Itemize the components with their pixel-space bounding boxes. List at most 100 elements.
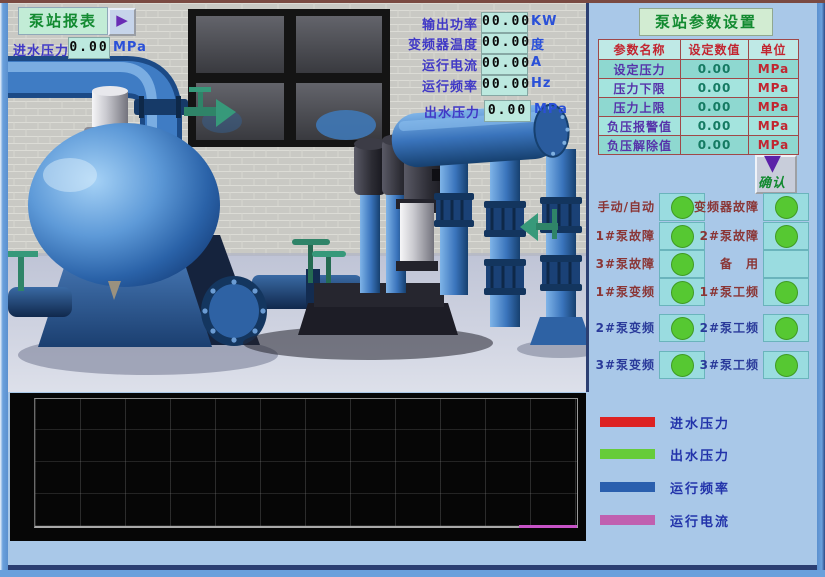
table-row: 负压报警值 0.00 MPa (599, 117, 799, 136)
lamp-icon (671, 354, 694, 377)
confirm-button[interactable]: ▼ 确认 (755, 155, 797, 194)
pipe-coupling (434, 193, 474, 227)
trend-chart (10, 393, 586, 541)
param-value-field[interactable]: 0.00 (681, 98, 749, 117)
inlet-pressure-value: 0.00 (68, 37, 110, 59)
run-frequency-label: 运行频率 (398, 76, 478, 95)
status-label-pump3-mains: 3#泵工频 (693, 356, 759, 373)
status-lamp-pump2-mains (763, 314, 809, 342)
lamp-icon (775, 225, 798, 248)
pipe-coupling (484, 259, 526, 295)
settings-panel: 泵站参数设置 参数名称 设定数值 单位 设定压力 0.00 MPa 压力下限 0… (589, 3, 817, 569)
param-unit: MPa (749, 60, 799, 79)
col-header-value: 设定数值 (681, 40, 749, 60)
suction-pipe (8, 287, 72, 317)
run-current-label: 运行电流 (398, 55, 478, 74)
status-label-pump1-vfd: 1#泵变频 (591, 283, 655, 300)
status-lamp-vfd-fault (763, 193, 809, 221)
status-label-pump2-mains: 2#泵工频 (693, 319, 759, 336)
param-name: 负压解除值 (599, 136, 681, 155)
lamp-icon (671, 196, 694, 219)
pipe-coupling (484, 201, 526, 237)
status-lamp-pump3-mains (763, 351, 809, 379)
outlet-pressure-label: 出水压力 (424, 102, 480, 121)
lamp-icon (671, 253, 694, 276)
param-value-field[interactable]: 0.00 (681, 79, 749, 98)
param-name: 设定压力 (599, 60, 681, 79)
param-name: 压力上限 (599, 98, 681, 117)
inverter-temp-value: 00.00 (481, 33, 528, 54)
status-label-pump3-fault: 3#泵故障 (591, 255, 655, 272)
report-button[interactable]: 泵站报表 (18, 7, 108, 35)
outlet-pressure-value: 0.00 (484, 100, 531, 122)
pump-motor (354, 138, 386, 195)
lamp-icon (775, 317, 798, 340)
status-box-spare (763, 250, 809, 278)
run-frequency-value: 00.00 (481, 75, 528, 96)
report-nav-button[interactable]: ▶ (108, 8, 136, 36)
output-power-value: 00.00 (481, 12, 528, 33)
pump-body (396, 199, 438, 271)
col-header-unit: 单位 (749, 40, 799, 60)
lamp-icon (671, 281, 694, 304)
riser-pipe (546, 149, 576, 321)
pressure-tank (28, 123, 220, 287)
pump-column (360, 191, 380, 293)
param-value-field[interactable]: 0.00 (681, 60, 749, 79)
inverter-temp-unit: 度 (531, 34, 545, 53)
status-label-vfd-fault: 变频器故障 (693, 198, 759, 215)
status-lamp-pump1-mains (763, 278, 809, 306)
run-current-value: 00.00 (481, 54, 528, 75)
status-label-pump2-fault: 2#泵故障 (693, 227, 759, 244)
col-header-name: 参数名称 (599, 40, 681, 60)
legend-label-inlet: 进水压力 (670, 413, 730, 432)
table-row: 设定压力 0.00 MPa (599, 60, 799, 79)
legend-swatch-inlet (600, 417, 655, 427)
param-name: 负压报警值 (599, 117, 681, 136)
param-name: 压力下限 (599, 79, 681, 98)
legend-label-outlet: 出水压力 (670, 445, 730, 464)
frame-bottom (0, 570, 825, 577)
legend-label-frequency: 运行频率 (670, 478, 730, 497)
frame-left (0, 0, 8, 577)
run-current-trend-line (519, 525, 577, 528)
table-row: 压力下限 0.00 MPa (599, 79, 799, 98)
frame-top (0, 0, 825, 3)
run-frequency-unit: Hz (531, 76, 551, 91)
param-unit: MPa (749, 117, 799, 136)
legend-label-current: 运行电流 (670, 511, 730, 530)
param-unit: MPa (749, 98, 799, 117)
table-row: 压力上限 0.00 MPa (599, 98, 799, 117)
panel-divider (586, 3, 589, 392)
pump-skid (298, 303, 458, 335)
lamp-icon (671, 317, 694, 340)
status-label-pump1-mains: 1#泵工频 (693, 283, 759, 300)
legend-swatch-frequency (600, 482, 655, 492)
output-power-unit: KW (531, 14, 557, 29)
status-label-pump2-vfd: 2#泵变频 (591, 319, 655, 336)
lamp-icon (775, 196, 798, 219)
confirm-label: 确认 (758, 172, 786, 191)
inverter-temp-label: 变频器温度 (398, 34, 478, 53)
param-unit: MPa (749, 79, 799, 98)
status-label-pump1-fault: 1#泵故障 (591, 227, 655, 244)
trend-plot-area (34, 398, 578, 528)
play-icon: ▶ (116, 11, 128, 29)
status-lamp-pump2-fault (763, 222, 809, 250)
output-power-label: 输出功率 (398, 14, 478, 33)
riser-pipe (440, 161, 468, 295)
status-label-spare: 备 用 (693, 255, 759, 272)
settings-title: 泵站参数设置 (639, 8, 773, 36)
inlet-pressure-label: 进水压力 (13, 40, 69, 59)
param-value-field[interactable]: 0.00 (681, 117, 749, 136)
legend-swatch-outlet (600, 449, 655, 459)
riser-pipe (490, 155, 520, 327)
legend-swatch-current (600, 515, 655, 525)
outlet-pressure-unit: MPa (534, 102, 568, 117)
param-value-field[interactable]: 0.00 (681, 136, 749, 155)
inlet-pressure-unit: MPa (113, 40, 147, 55)
window (188, 9, 390, 147)
pipe-coupling (540, 255, 582, 291)
lamp-icon (671, 225, 694, 248)
status-label-manual-auto: 手动/自动 (591, 198, 655, 215)
